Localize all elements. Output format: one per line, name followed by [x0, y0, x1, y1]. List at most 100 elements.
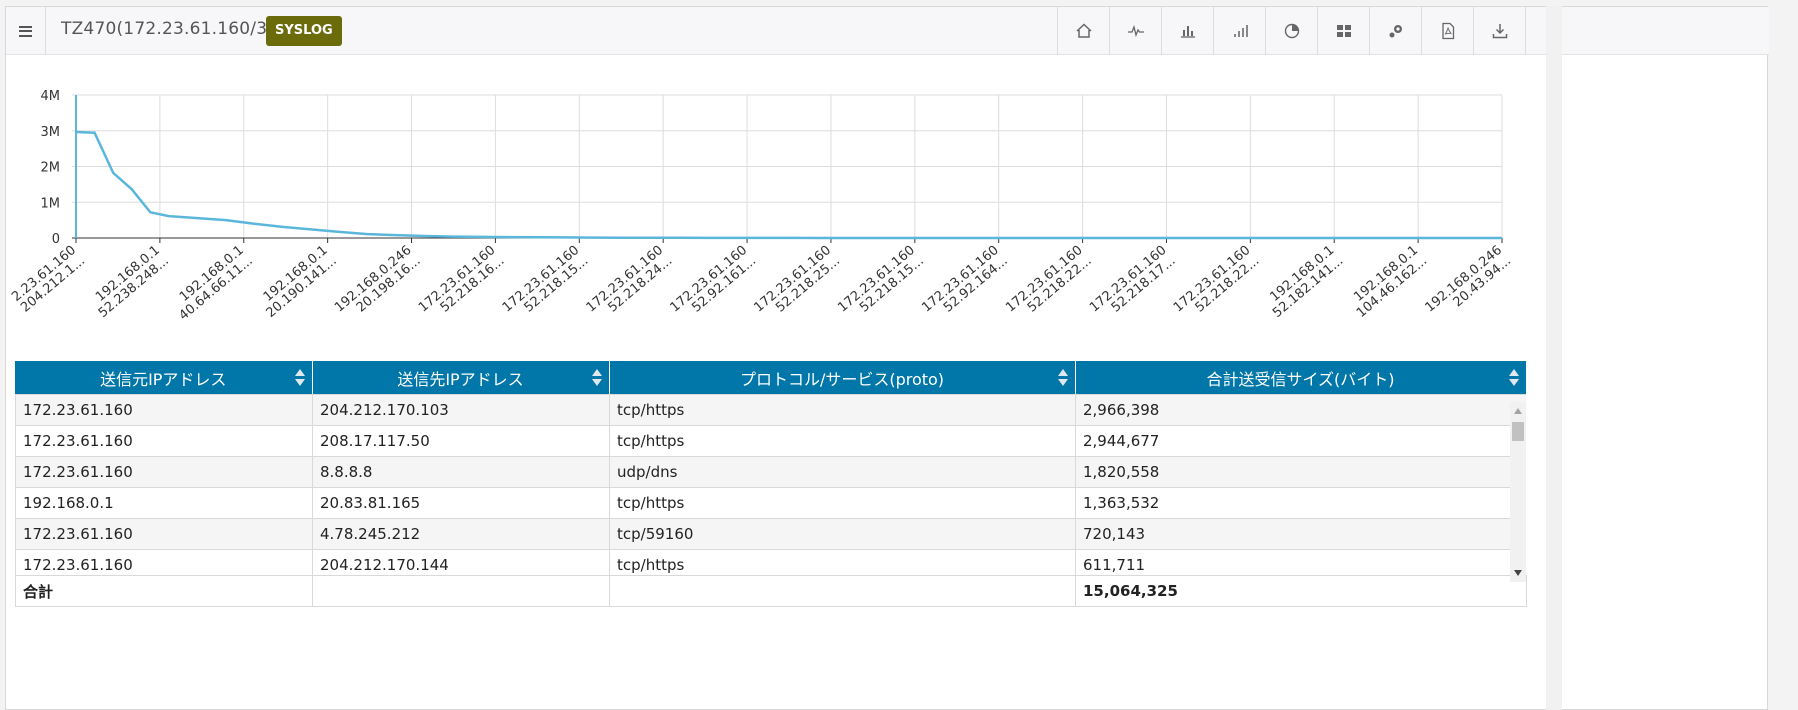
- home-button[interactable]: [1058, 7, 1110, 55]
- table-row[interactable]: 172.23.61.160 4.78.245.212 tcp/59160 720,14…: [15, 518, 1526, 550]
- y-tick-label: 2M: [41, 161, 61, 176]
- scroll-thumb[interactable]: [1512, 422, 1524, 441]
- table-cell: 204.212.170.103: [312, 394, 610, 426]
- x-tick-label: 172.23.61.16052.218.24...: [584, 243, 675, 316]
- pdf-button[interactable]: [1422, 7, 1474, 55]
- x-tick-label: 172.23.61.16052.218.22...: [1171, 243, 1262, 316]
- total-value: 15,064,325: [1075, 575, 1527, 607]
- x-tick-label: 192.168.0.120.190.141...: [261, 243, 340, 321]
- y-tick-label: 4M: [41, 89, 61, 104]
- sort-icon[interactable]: [1508, 369, 1519, 386]
- table-cell: 2,966,398: [1075, 394, 1526, 426]
- data-series-line: [75, 130, 1502, 240]
- column-header-label: 送信元IPアドレス: [100, 369, 227, 389]
- x-tick-label: 192.168.0.1104.46.162...: [1351, 243, 1430, 321]
- table-row[interactable]: 172.23.61.160 204.212.170.103 tcp/https 2,9…: [15, 394, 1526, 426]
- table-row[interactable]: 172.23.61.160 8.8.8.8 udp/dns 1,820,558: [15, 456, 1526, 488]
- settings-icon: [1389, 25, 1402, 38]
- table-cell: 8.8.8.8: [312, 456, 610, 488]
- table-body: 172.23.61.160 204.212.170.103 tcp/https 2,9…: [15, 394, 1526, 575]
- traffic-table: 送信元IPアドレス 送信先IPアドレス プロトコル/サービス(proto) 合計送受信…: [15, 361, 1527, 607]
- table-cell: 192.168.0.1: [15, 487, 313, 519]
- pie-chart-button[interactable]: [1266, 7, 1318, 55]
- pdf-icon: [1441, 22, 1454, 40]
- table-cell: 1,363,532: [1075, 487, 1526, 519]
- total-label: 合計: [15, 575, 313, 607]
- home-icon: [1075, 23, 1092, 38]
- ascending-bar-button[interactable]: [1214, 7, 1266, 55]
- x-tick-label: 192.168.0.152.182.141...: [1267, 243, 1346, 321]
- x-tick-label: 172.23.61.16052.218.25...: [751, 243, 842, 316]
- table-scrollbar[interactable]: [1510, 402, 1526, 582]
- x-tick-label: 192.168.0.152.238.248...: [93, 243, 172, 321]
- table-cell: tcp/59160: [609, 518, 1076, 550]
- column-header-0[interactable]: 送信元IPアドレス: [15, 361, 313, 394]
- ascending-bar-icon: [1233, 25, 1248, 37]
- table-cell: 2,944,677: [1075, 425, 1526, 457]
- table-cell: 204.212.170.144: [312, 549, 610, 575]
- x-tick-label: 172.23.61.16052.218.15...: [500, 243, 591, 316]
- line-chart-button[interactable]: [1110, 7, 1162, 55]
- sort-icon[interactable]: [294, 369, 305, 386]
- table-cell: 4.78.245.212: [312, 518, 610, 550]
- x-tick-label: 172.23.61.16052.218.17...: [1087, 243, 1178, 316]
- traffic-line-chart: 01M2M3M4M2.23.61.160204.212.1... 192.168.…: [9, 89, 1514, 324]
- download-icon: [1492, 24, 1507, 39]
- table-cell: 1,820,558: [1075, 456, 1526, 488]
- column-header-1[interactable]: 送信先IPアドレス: [312, 361, 610, 394]
- x-tick-label: 192.168.0.140.64.66.11...: [176, 243, 255, 324]
- bar-chart-button[interactable]: [1162, 7, 1214, 55]
- table-cell: 172.23.61.160: [15, 549, 313, 575]
- x-tick-label: 172.23.61.16052.218.16...: [416, 243, 507, 316]
- table-cell: 208.17.117.50: [312, 425, 610, 457]
- y-tick-label: 0: [52, 232, 60, 247]
- y-tick-label: 3M: [41, 125, 61, 140]
- bar-chart-icon: [1180, 26, 1195, 38]
- scroll-up-arrow[interactable]: [1514, 408, 1522, 414]
- table-cell: 172.23.61.160: [15, 518, 313, 550]
- x-tick-label: 192.168.0.24620.43.94...: [1423, 243, 1514, 316]
- sort-icon[interactable]: [1057, 369, 1068, 386]
- x-tick-label: 172.23.61.16052.92.161...: [668, 243, 759, 316]
- grid-icon: [1336, 25, 1351, 37]
- table-cell: tcp/https: [609, 487, 1076, 519]
- page-scrollbar[interactable]: [1546, 6, 1562, 710]
- x-tick-label: 2.23.61.160204.212.1...: [9, 243, 88, 316]
- table-header: 送信元IPアドレス 送信先IPアドレス プロトコル/サービス(proto) 合計送受信…: [15, 361, 1527, 394]
- table-row[interactable]: 172.23.61.160 204.212.170.144 tcp/https 611…: [15, 549, 1526, 575]
- grid-button[interactable]: [1318, 7, 1370, 55]
- menu-button[interactable]: [6, 7, 46, 55]
- page-title: TZ470(172.23.61.160/32): [61, 19, 286, 39]
- column-header-label: 送信先IPアドレス: [397, 369, 524, 389]
- table-cell: 611,711: [1075, 549, 1526, 575]
- table-cell: tcp/https: [609, 394, 1076, 426]
- download-button[interactable]: [1474, 7, 1526, 55]
- y-tick-label: 1M: [41, 196, 61, 211]
- table-cell: 172.23.61.160: [15, 456, 313, 488]
- table-body-scroll[interactable]: 172.23.61.160 204.212.170.103 tcp/https 2,9…: [15, 394, 1526, 575]
- x-tick-label: 172.23.61.16052.218.15...: [835, 243, 926, 316]
- settings-button[interactable]: [1370, 7, 1422, 55]
- total-empty-cell: [312, 575, 610, 607]
- column-header-2[interactable]: プロトコル/サービス(proto): [609, 361, 1076, 394]
- table-row[interactable]: 172.23.61.160 208.17.117.50 tcp/https 2,944…: [15, 425, 1526, 457]
- panel-header: TZ470(172.23.61.160/32) SYSLOG: [6, 7, 1769, 55]
- column-header-3[interactable]: 合計送受信サイズ(バイト): [1075, 361, 1527, 394]
- total-empty-cell: [609, 575, 1076, 607]
- column-header-label: プロトコル/サービス(proto): [739, 369, 945, 389]
- table-row[interactable]: 192.168.0.1 20.83.81.165 tcp/https 1,363,53…: [15, 487, 1526, 519]
- table-cell: udp/dns: [609, 456, 1076, 488]
- view-toolbar: [1057, 7, 1526, 55]
- x-tick-label: 192.168.0.24620.198.16...: [332, 243, 423, 316]
- source-badge: SYSLOG: [266, 16, 342, 46]
- table-cell: 172.23.61.160: [15, 394, 313, 426]
- column-header-label: 合計送受信サイズ(バイト): [1206, 369, 1395, 389]
- table-cell: tcp/https: [609, 425, 1076, 457]
- sort-icon[interactable]: [591, 369, 602, 386]
- table-cell: 20.83.81.165: [312, 487, 610, 519]
- x-tick-label: 172.23.61.16052.218.22...: [1003, 243, 1094, 316]
- hamburger-icon: [19, 25, 32, 37]
- x-tick-label: 172.23.61.16052.92.164...: [919, 243, 1010, 316]
- pie-chart-icon: [1284, 23, 1299, 39]
- scroll-down-arrow[interactable]: [1514, 570, 1522, 576]
